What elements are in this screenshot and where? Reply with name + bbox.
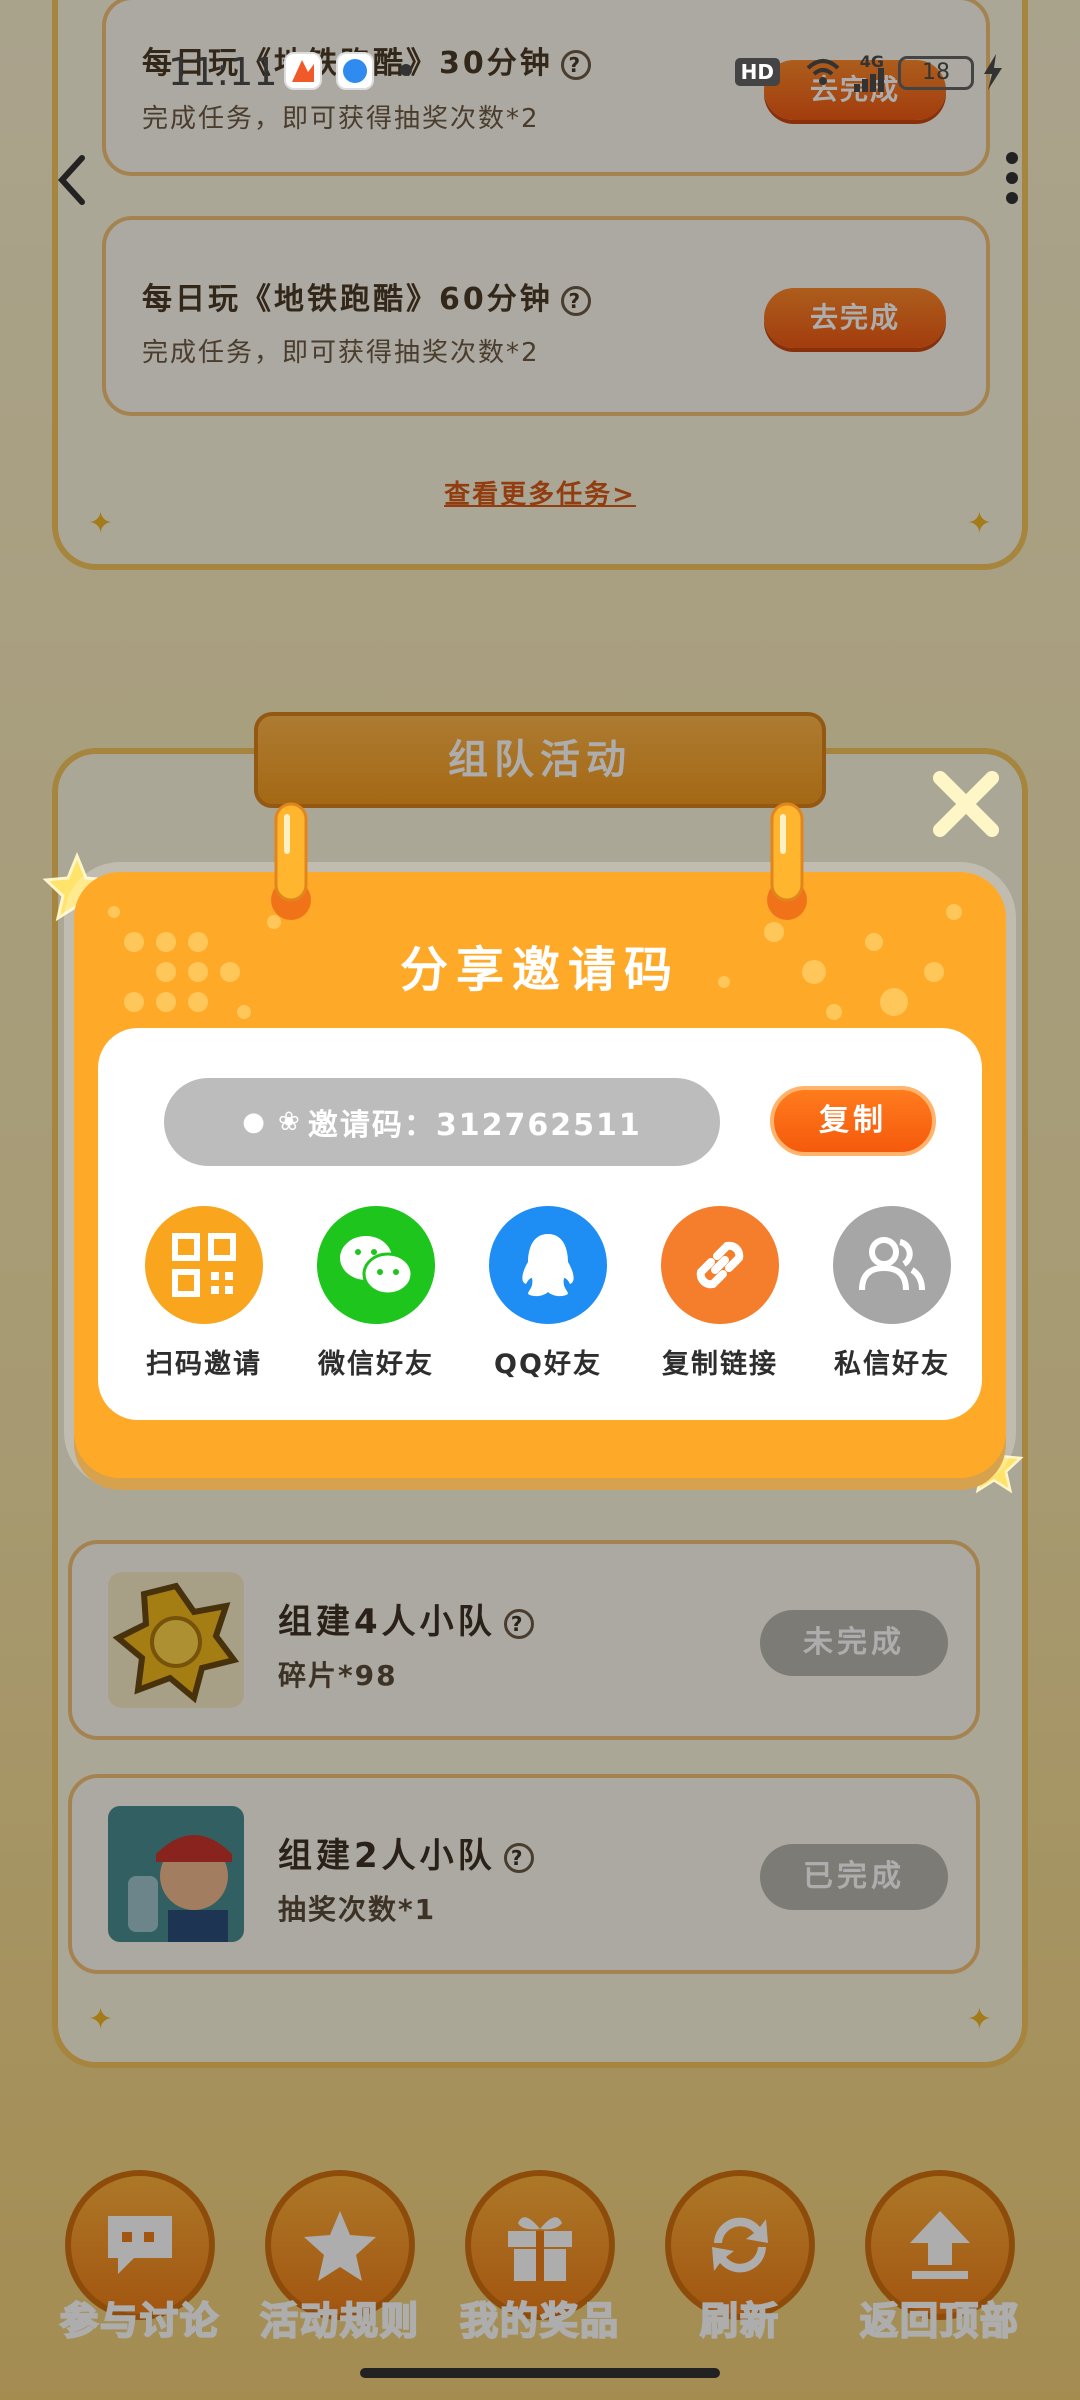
back-button[interactable]	[52, 150, 92, 210]
share-card: ● ❀ 邀请码：312762511 复制 扫码邀请 微信好友 QQ好友 复制链接…	[98, 1028, 982, 1420]
share-label: 微信好友	[318, 1349, 434, 1380]
wechat-icon	[317, 1206, 435, 1324]
share-label: QQ好友	[494, 1349, 602, 1380]
share-invite-modal: 分享邀请码 ● ❀ 邀请码：312762511 复制 扫码邀请 微信好友 QQ好…	[74, 872, 1006, 1478]
hanging-hook-left	[271, 802, 311, 920]
share-private-message[interactable]: 私信好友	[822, 1206, 962, 1381]
invite-code-text: 邀请码：312762511	[307, 1108, 642, 1143]
share-copy-link[interactable]: 复制链接	[650, 1206, 790, 1381]
share-scan-qr[interactable]: 扫码邀请	[134, 1206, 274, 1381]
wifi-icon	[806, 58, 840, 90]
link-icon	[661, 1206, 779, 1324]
more-options-button[interactable]	[1004, 150, 1020, 206]
battery-indicator: 18	[898, 56, 974, 90]
close-icon[interactable]	[928, 766, 1004, 842]
paw-icon: ● ❀	[242, 1107, 302, 1137]
share-label: 扫码邀请	[146, 1349, 262, 1380]
status-bar: 11:11 HD 4G 18	[0, 0, 1080, 140]
qq-penguin-icon	[489, 1206, 607, 1324]
users-icon	[833, 1206, 951, 1324]
notification-app-icon	[284, 52, 322, 90]
signal-icon	[854, 68, 884, 96]
share-label: 私信好友	[834, 1349, 950, 1380]
qr-code-icon	[145, 1206, 263, 1324]
notification-dot-icon	[400, 64, 412, 76]
status-time: 11:11	[168, 50, 278, 94]
copy-code-button[interactable]: 复制	[770, 1086, 936, 1156]
modal-title: 分享邀请码	[399, 942, 680, 998]
charging-icon	[982, 54, 1004, 94]
share-wechat[interactable]: 微信好友	[306, 1206, 446, 1381]
home-indicator[interactable]	[360, 2368, 720, 2378]
hd-badge: HD	[734, 58, 780, 86]
share-qq[interactable]: QQ好友	[478, 1206, 618, 1381]
invite-code-field[interactable]: ● ❀ 邀请码：312762511	[164, 1078, 720, 1166]
hanging-hook-right	[767, 802, 807, 920]
notification-app-icon	[336, 52, 374, 90]
battery-level: 18	[922, 60, 950, 85]
share-label: 复制链接	[662, 1349, 778, 1380]
